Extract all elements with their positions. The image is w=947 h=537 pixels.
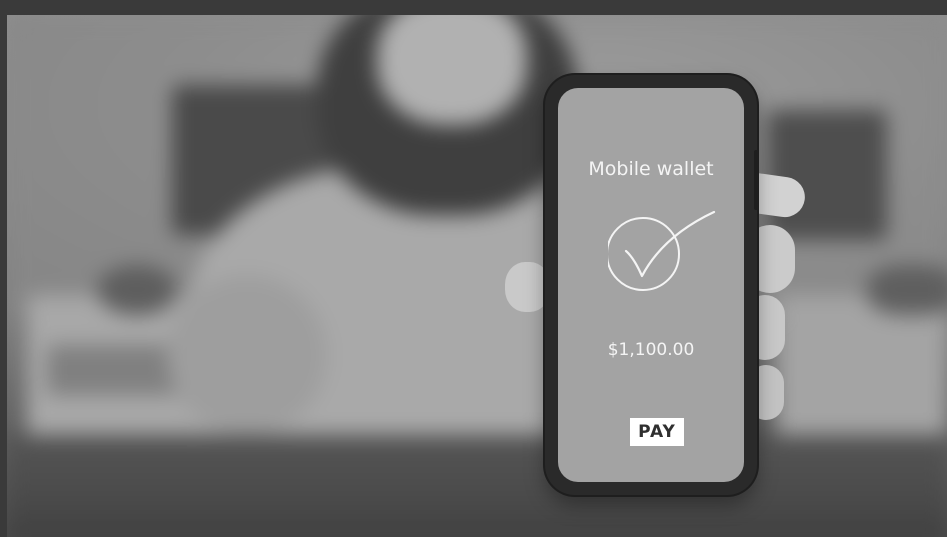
person-face <box>377 15 527 125</box>
payment-amount: $1,100.00 <box>607 340 695 360</box>
check-circle-icon <box>608 210 716 291</box>
blurred-background <box>7 15 947 537</box>
background-shelf-right <box>777 295 947 455</box>
phone-screen: Mobile wallet $1,100.00 PAY <box>558 88 744 482</box>
wallet-title: Mobile wallet <box>588 158 714 180</box>
background-screen-right <box>767 110 887 240</box>
hand-thumb <box>505 262 550 312</box>
phone-side-button <box>754 150 759 210</box>
photo-frame: Mobile wallet $1,100.00 PAY <box>0 0 947 537</box>
pay-button[interactable]: PAY <box>630 418 684 446</box>
person-arm <box>167 275 327 435</box>
top-border <box>0 0 947 15</box>
photo-scene <box>7 15 947 537</box>
background-plant <box>97 265 177 315</box>
table-surface <box>7 435 947 537</box>
smartphone: Mobile wallet $1,100.00 PAY <box>545 75 757 495</box>
background-shelf-right-detail <box>867 265 947 315</box>
